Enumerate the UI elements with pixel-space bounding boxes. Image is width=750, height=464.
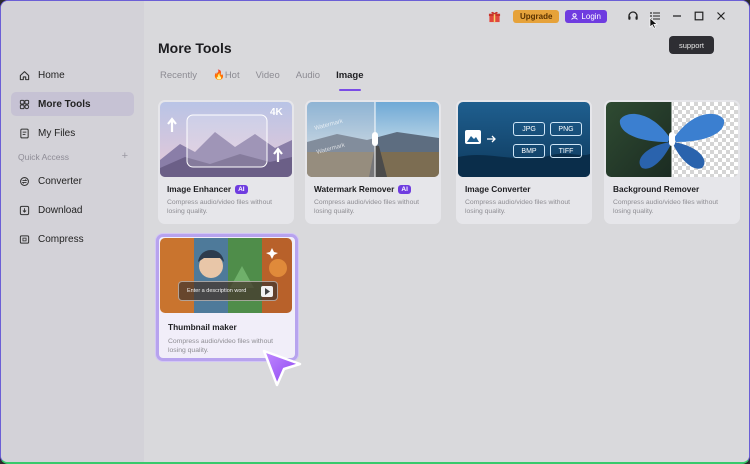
gift-icon[interactable] [488, 10, 501, 23]
watermark-remover-thumbnail: Watermark Watermark [307, 102, 439, 177]
card-title: Thumbnail maker [168, 322, 237, 332]
sidebar-item-label: More Tools [38, 98, 91, 110]
thumbnail-maker-thumbnail [160, 238, 292, 313]
card-description: Compress audio/video files without losin… [314, 199, 420, 215]
tab-recently[interactable]: Recently [160, 70, 197, 86]
quick-access-header: Quick Access + [18, 150, 128, 162]
card-title: Image Converter [465, 184, 530, 194]
tab-video[interactable]: Video [256, 70, 280, 86]
card-title: Background Remover [613, 184, 699, 194]
add-quick-access-button[interactable]: + [122, 150, 128, 162]
image-converter-thumbnail [458, 102, 590, 177]
sidebar-item-label: Converter [38, 175, 82, 187]
card-title-text: Image Enhancer [167, 184, 232, 194]
download-icon [19, 205, 30, 215]
tool-card-thumbnail-maker[interactable]: Enter a description word Thumbnail maker… [156, 234, 298, 361]
maximize-icon[interactable] [693, 10, 705, 22]
login-label: Login [581, 11, 601, 21]
tab-audio[interactable]: Audio [296, 70, 320, 86]
sidebar-item-compress[interactable]: Compress [11, 227, 134, 251]
sidebar-item-label: My Files [38, 127, 76, 139]
sidebar-item-label: Home [38, 69, 65, 81]
send-icon[interactable] [261, 286, 273, 297]
description-input[interactable]: Enter a description word [178, 281, 278, 301]
ai-badge: AI [235, 184, 248, 194]
tool-card-image-converter[interactable]: JPG PNG BMP TIFF Image Converter Compres… [456, 100, 592, 224]
quick-access-label: Quick Access [18, 152, 70, 162]
card-description: Compress audio/video files without losin… [613, 199, 719, 215]
tab-hot[interactable]: 🔥Hot [213, 70, 240, 86]
tool-card-watermark-remover[interactable]: Watermark Watermark Watermark Remover AI… [305, 100, 441, 224]
tab-image[interactable]: Image [336, 70, 364, 91]
login-button[interactable]: Login [565, 9, 607, 23]
format-bmp: BMP [513, 144, 545, 158]
headset-icon[interactable] [627, 10, 639, 22]
sidebar: Home More Tools My Files Quick Access + … [1, 1, 144, 462]
fire-icon: 🔥 [212, 70, 225, 81]
background-remover-thumbnail [606, 102, 738, 177]
card-title-text: Thumbnail maker [168, 322, 237, 332]
minimize-icon[interactable] [671, 10, 683, 22]
mouse-pointer-icon [649, 17, 658, 29]
tool-card-image-enhancer[interactable]: 4K Image Enhancer AI Compress audio/vide… [158, 100, 294, 224]
converter-icon [20, 176, 29, 186]
main-content: Upgrade Login support More Tools Recentl… [144, 1, 749, 462]
card-description: Compress audio/video files without losin… [465, 199, 571, 215]
compress-icon [19, 234, 30, 244]
format-tiff: TIFF [550, 144, 582, 158]
4k-badge: 4K [270, 107, 283, 118]
tools-icon [19, 99, 30, 109]
card-description: Compress audio/video files without losin… [167, 199, 273, 215]
tool-card-background-remover[interactable]: Background Remover Compress audio/video … [604, 100, 740, 224]
card-title-text: Watermark Remover [314, 184, 395, 194]
card-title: Image Enhancer AI [167, 184, 248, 194]
user-icon [571, 12, 579, 20]
close-icon[interactable] [715, 10, 727, 22]
page-title: More Tools [158, 40, 232, 56]
file-icon [20, 128, 29, 138]
category-tabs: Recently 🔥Hot Video Audio Image [160, 70, 380, 91]
description-input-placeholder: Enter a description word [187, 288, 247, 294]
upgrade-button[interactable]: Upgrade [512, 9, 560, 23]
sidebar-item-converter[interactable]: Converter [11, 169, 134, 193]
format-jpg: JPG [513, 122, 545, 136]
sidebar-item-more-tools[interactable]: More Tools [11, 92, 134, 116]
sidebar-item-my-files[interactable]: My Files [11, 121, 134, 145]
app-window: Home More Tools My Files Quick Access + … [0, 0, 750, 464]
top-toolbar: Upgrade Login [488, 9, 727, 23]
sidebar-item-label: Compress [38, 233, 84, 245]
sidebar-item-home[interactable]: Home [11, 63, 134, 87]
card-title-text: Background Remover [613, 184, 700, 194]
card-title: Watermark Remover AI [314, 184, 411, 194]
highlight-cursor-icon [262, 349, 302, 387]
home-icon [19, 70, 30, 80]
support-tooltip: support [669, 36, 714, 54]
sidebar-item-label: Download [38, 204, 83, 216]
format-png: PNG [550, 122, 582, 136]
card-title-text: Image Converter [465, 184, 531, 194]
sidebar-item-download[interactable]: Download [11, 198, 134, 222]
ai-badge: AI [398, 184, 411, 194]
tab-label: Hot [224, 70, 240, 81]
